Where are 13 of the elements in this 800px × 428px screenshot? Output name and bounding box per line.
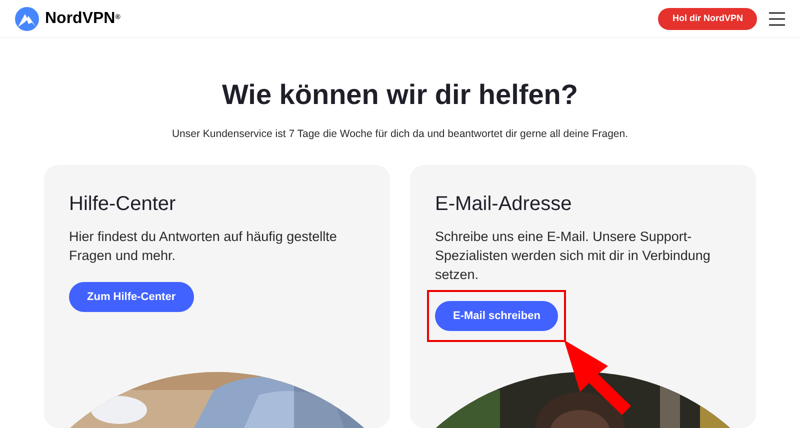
card-text: Hier findest du Antworten auf häufig gestellte Fragen und mehr. [68,228,338,265]
menu-icon[interactable] [769,12,785,26]
logo-icon [15,6,39,30]
card-text: Schreibe uns eine E-Mail. Unsere Support-Spezialisten werden sich mit dir in Verbindung setzen. [434,228,712,284]
card-button[interactable]: E-Mail schreiben [435,300,558,331]
brand-name: NordVPN$^{®}$ [45,8,120,28]
card-title: Hilfe-Center [68,192,177,217]
card-title: E-Mail-Adresse [434,192,573,217]
card-button[interactable]: Zum Hilfe-Center [69,282,194,312]
page-subtitle: Unser Kundenservice ist 7 Tage die Woche für dich da und beantwortet dir gerne all deine Fragen. [170,127,630,142]
arrow-icon [564,340,632,416]
get-nordvpn-button[interactable]: Hol dir NordVPN [658,8,757,30]
page-title: Wie können wir dir helfen? [220,78,579,112]
